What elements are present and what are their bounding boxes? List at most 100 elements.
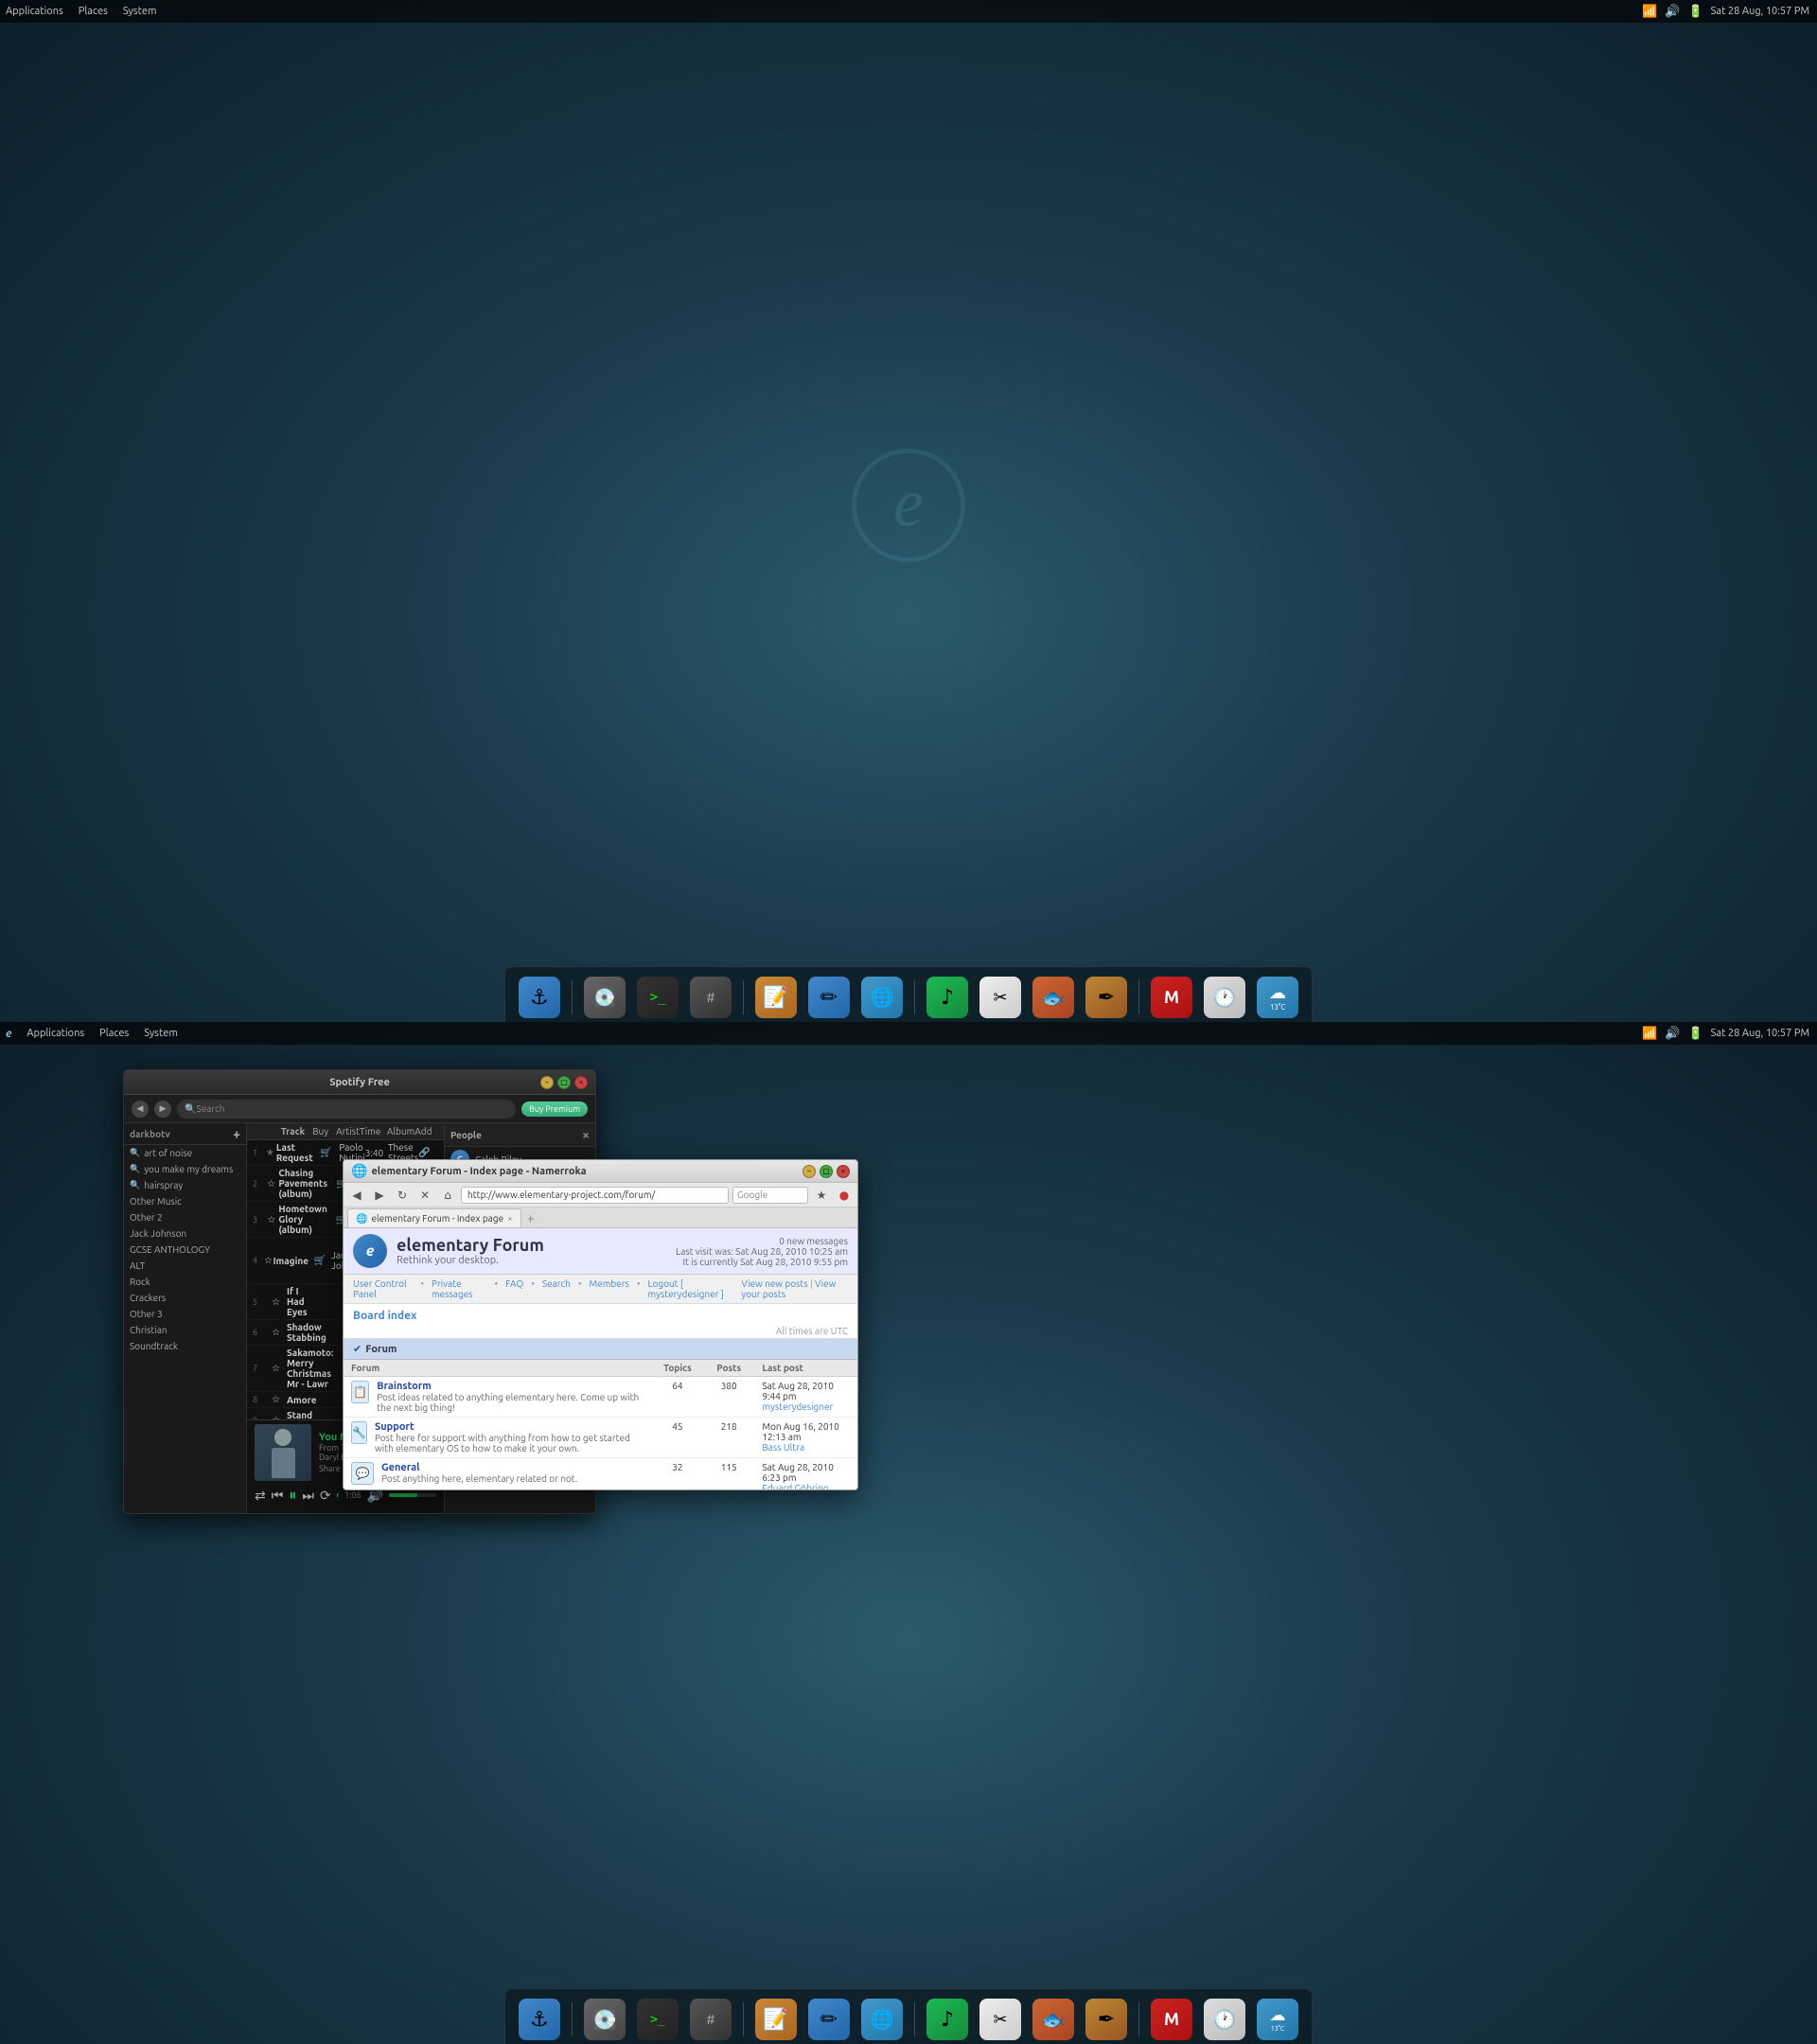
forum-forward-btn[interactable]: ▶ [370, 1186, 389, 1205]
spotify-close-btn[interactable]: × [574, 1076, 588, 1089]
spotify-back-btn[interactable]: ◀ [132, 1101, 149, 1118]
spotify-forward-btn[interactable]: ▶ [154, 1101, 171, 1118]
spotify-maximize-btn[interactable]: □ [557, 1076, 571, 1089]
col-track: Track [281, 1126, 305, 1137]
sidebar-item-gcse[interactable]: GCSE ANTHOLOGY [124, 1242, 246, 1258]
sidebar-item-rock[interactable]: Rock [124, 1274, 246, 1290]
dock-codeeditor-bottom[interactable]: ✏ [804, 1995, 854, 2044]
board-index-link[interactable]: Board index [353, 1310, 417, 1322]
sidebar-item-soundtrack[interactable]: Soundtrack [124, 1338, 246, 1354]
nav-faq[interactable]: FAQ [505, 1278, 523, 1299]
forum-search-box[interactable]: Google [732, 1187, 808, 1204]
dock-anchor-top[interactable]: ⚓ [515, 973, 564, 1022]
dock-disk-top[interactable]: 💽 [580, 973, 629, 1022]
forum-bookmark-btn[interactable]: ★ [812, 1186, 831, 1205]
forum-home-btn[interactable]: ⌂ [438, 1186, 457, 1205]
dock-app10-bottom[interactable]: ✒ [1082, 1995, 1131, 2044]
nav-members[interactable]: Members [589, 1278, 628, 1299]
dock-app9-bottom[interactable]: 🐟 [1029, 1995, 1078, 2044]
shuffle-btn[interactable]: ⇄ [255, 1488, 266, 1504]
new-tab-btn[interactable]: + [521, 1208, 540, 1227]
dock-app10-top[interactable]: ✒ [1082, 973, 1131, 1022]
forum-row-general[interactable]: 💬 General Post anything here, elementary… [344, 1458, 857, 1490]
next-btn[interactable]: ⏭ [302, 1488, 314, 1504]
track-num: 7 [253, 1364, 272, 1373]
dock-weather-bottom[interactable]: ☁ 13°C [1253, 1995, 1302, 2044]
forum-tab-main[interactable]: 🌐 elementary Forum - Index page × [347, 1208, 521, 1227]
nav-logout[interactable]: Logout [ mysterydesigner ] [647, 1278, 733, 1299]
panel-places-1[interactable]: Places [79, 6, 108, 17]
forum-reload-btn[interactable]: ↻ [393, 1186, 412, 1205]
dock-app9-top[interactable]: 🐟 [1029, 973, 1078, 1022]
dock-calc-bottom[interactable]: # [686, 1995, 735, 2044]
brainstorm-name[interactable]: Brainstorm [377, 1381, 644, 1392]
dock-weather-top[interactable]: ☁ 13°C [1253, 973, 1302, 1022]
nav-user-cp[interactable]: User Control Panel [353, 1278, 413, 1299]
dock-browser-bottom[interactable]: 🌐 [857, 1995, 907, 2044]
add-playlist-btn[interactable]: + [233, 1127, 240, 1140]
forum-url-bar[interactable]: http://www.elementary-project.com/forum/ [461, 1187, 729, 1204]
brainstorm-last-post-time: Sat Aug 28, 2010 9:44 pm [762, 1381, 850, 1401]
people-close-btn[interactable]: × [582, 1127, 590, 1142]
sidebar-item-crackers[interactable]: Crackers [124, 1290, 246, 1306]
sidebar-item-other-music[interactable]: Other Music [124, 1193, 246, 1209]
nav-private-msgs[interactable]: Private messages [432, 1278, 487, 1299]
dock-gmail-top[interactable]: M [1147, 973, 1196, 1022]
panel-applications-1[interactable]: Applications [6, 6, 63, 17]
forum-back-btn[interactable]: ◀ [347, 1186, 366, 1205]
spotify-search-box[interactable]: 🔍 Search [177, 1100, 516, 1119]
spotify-minimize-btn[interactable]: − [540, 1076, 554, 1089]
sidebar-item-art-of-noise[interactable]: 🔍 art of noise [124, 1145, 246, 1161]
dock-clock-bottom[interactable]: 🕐 [1200, 1995, 1249, 2044]
forum-maximize-btn[interactable]: □ [820, 1165, 833, 1178]
panel-places-2[interactable]: Places [99, 1028, 129, 1039]
brainstorm-last-poster[interactable]: mysterydesigner [762, 1401, 850, 1412]
sidebar-item-hairspray[interactable]: 🔍 hairspray [124, 1177, 246, 1193]
sidebar-item-dreams[interactable]: 🔍 you make my dreams [124, 1161, 246, 1177]
nav-search[interactable]: Search [542, 1278, 571, 1299]
panel-system-1[interactable]: System [123, 6, 157, 17]
support-name[interactable]: Support [375, 1421, 644, 1433]
spotify-buy-btn[interactable]: Buy Premium [521, 1101, 588, 1117]
panel-system-2[interactable]: System [144, 1028, 178, 1039]
dock-texteditor-top[interactable]: 📝 [751, 973, 801, 1022]
sidebar-item-other2[interactable]: Other 2 [124, 1209, 246, 1225]
prev-btn[interactable]: ⏮ [272, 1488, 284, 1504]
sidebar-item-jack-johnson[interactable]: Jack Johnson [124, 1225, 246, 1242]
progress-bar[interactable] [337, 1493, 339, 1497]
dock-spotify-top[interactable]: ♪ [923, 973, 972, 1022]
forum-row-brainstorm[interactable]: 📋 Brainstorm Post ideas related to anyth… [344, 1377, 857, 1418]
forum-minimize-btn[interactable]: − [803, 1165, 816, 1178]
dock-browser-top[interactable]: 🌐 [857, 973, 907, 1022]
dock-texteditor-bottom[interactable]: 📝 [751, 1995, 801, 2044]
all-times-utc-top: All times are UTC [344, 1324, 857, 1339]
dock-app8-top[interactable]: ✂ [976, 973, 1025, 1022]
repeat-btn[interactable]: ⟳ [320, 1488, 331, 1504]
dock-disk-bottom[interactable]: 💽 [580, 1995, 629, 2044]
dock-terminal-bottom[interactable]: >_ [633, 1995, 682, 2044]
dock-anchor-bottom[interactable]: ⚓ [515, 1995, 564, 2044]
dock-spotify-bottom[interactable]: ♪ [923, 1995, 972, 2044]
forum-window-controls: − □ × [803, 1165, 850, 1178]
sidebar-item-other3[interactable]: Other 3 [124, 1306, 246, 1322]
forum-close-btn[interactable]: × [837, 1165, 850, 1178]
volume-slider[interactable] [389, 1493, 436, 1497]
dock-clock-top[interactable]: 🕐 [1200, 973, 1249, 1022]
general-name[interactable]: General [381, 1462, 577, 1473]
sidebar-item-alt[interactable]: ALT [124, 1258, 246, 1274]
panel-applications-2[interactable]: Applications [26, 1028, 84, 1039]
dock-codeeditor-top[interactable]: ✏ [804, 973, 854, 1022]
dock-terminal-top[interactable]: >_ [633, 973, 682, 1022]
support-last-poster[interactable]: Bass Ultra [762, 1442, 850, 1453]
forum-red-btn[interactable]: ● [835, 1186, 854, 1205]
dock-gmail-bottom[interactable]: M [1147, 1995, 1196, 2044]
sidebar-item-christian[interactable]: Christian [124, 1322, 246, 1338]
dock-calc-top[interactable]: # [686, 973, 735, 1022]
pause-btn[interactable]: ⏸ [289, 1487, 296, 1505]
view-new-posts-link[interactable]: View new posts [741, 1278, 807, 1289]
forum-tab-close[interactable]: × [507, 1213, 513, 1224]
forum-row-support[interactable]: 🔧 Support Post here for support with any… [344, 1418, 857, 1458]
general-last-poster[interactable]: Eduard Göbring [762, 1483, 850, 1489]
dock-app8-bottom[interactable]: ✂ [976, 1995, 1025, 2044]
forum-stop-btn[interactable]: ✕ [415, 1186, 434, 1205]
